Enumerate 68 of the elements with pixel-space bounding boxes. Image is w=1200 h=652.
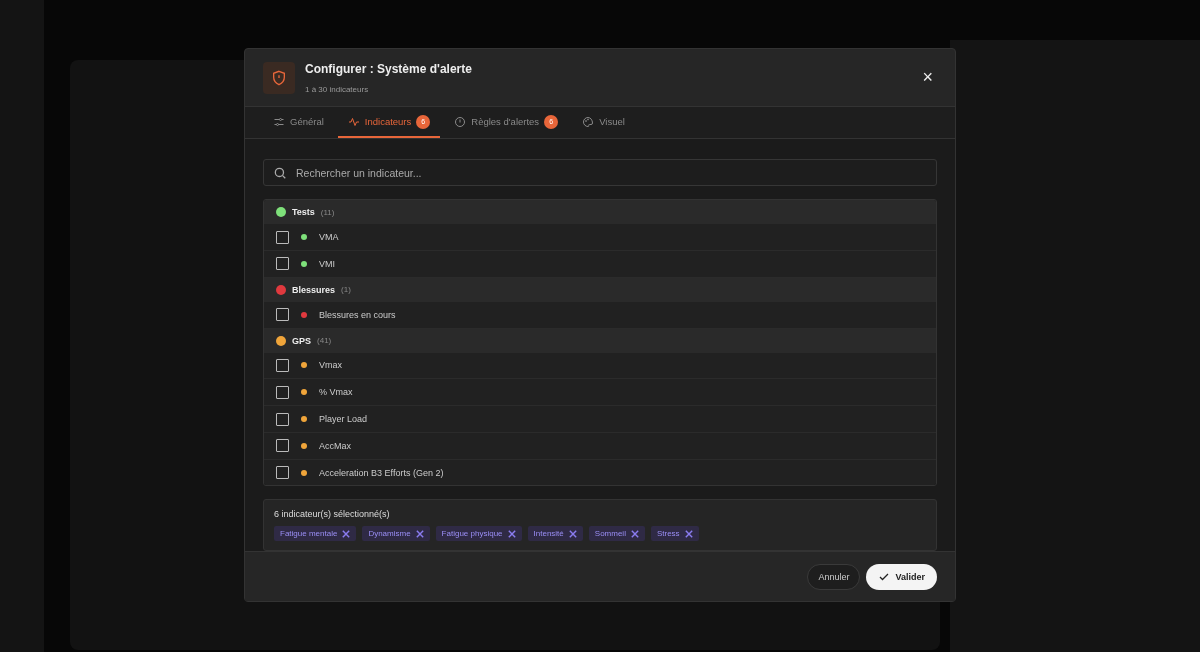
indicator-row[interactable]: % Vmax <box>264 379 936 407</box>
indicator-name: Acceleration B3 Efforts (Gen 2) <box>319 467 444 478</box>
indicator-row[interactable]: Acceleration B3 Efforts (Gen 2) <box>264 459 936 486</box>
group-header[interactable]: GPS (41) <box>264 328 936 353</box>
indicator-row[interactable]: AccMax <box>264 432 936 460</box>
indicator-row[interactable]: Blessures en cours <box>264 301 936 329</box>
checkbox[interactable] <box>276 257 289 271</box>
checkbox[interactable] <box>276 466 289 480</box>
indicator-name: VMI <box>319 258 335 269</box>
status-dot <box>301 260 307 267</box>
tag-label: Fatigue mentale <box>280 529 338 539</box>
tag-label: Dynamisme <box>368 529 411 539</box>
status-dot <box>301 416 307 422</box>
checkbox[interactable] <box>276 230 289 244</box>
search-icon <box>273 165 287 180</box>
group-name: GPS <box>292 335 311 346</box>
status-dot <box>301 469 307 476</box>
indicator-row[interactable]: Player Load <box>264 406 936 433</box>
checkbox[interactable] <box>276 385 289 399</box>
indicator-name: AccMax <box>319 440 351 451</box>
tag-label: Fatigue physique <box>441 529 503 539</box>
selection-summary: 6 indicateur(s) sélectionné(s) <box>274 509 391 520</box>
remove-icon[interactable] <box>630 529 639 538</box>
group-header[interactable]: Blessures (1) <box>264 277 936 302</box>
checkbox[interactable] <box>276 308 289 322</box>
alert-icon <box>454 115 467 128</box>
checkbox[interactable] <box>276 412 289 426</box>
indicator-row[interactable]: Vmax <box>264 352 936 380</box>
checkbox[interactable] <box>276 358 289 372</box>
remove-icon[interactable] <box>507 529 516 538</box>
remove-icon[interactable] <box>342 529 351 538</box>
remove-icon[interactable] <box>684 529 693 538</box>
status-dot <box>301 311 307 318</box>
indicator-name: Vmax <box>319 360 342 371</box>
tag-label: Sommeil <box>594 529 626 539</box>
palette-icon <box>582 115 595 128</box>
group-header[interactable]: Tests (11) <box>264 200 936 225</box>
remove-icon[interactable] <box>415 529 424 538</box>
indicator-row[interactable]: VMI <box>264 250 936 278</box>
tab[interactable]: Général <box>263 107 334 139</box>
indicator-name: % Vmax <box>319 387 353 398</box>
group-count: (1) <box>341 285 351 295</box>
shield-icon <box>263 61 295 94</box>
group-name: Tests <box>292 207 315 218</box>
status-dot <box>301 362 307 369</box>
indicator-row[interactable]: VMA <box>264 224 936 251</box>
confirm-button[interactable]: Valider <box>866 563 937 590</box>
close-button[interactable]: × <box>918 67 937 89</box>
tag-label: Stress <box>656 529 680 539</box>
search-field[interactable]: Rechercher un indicateur... <box>263 159 937 187</box>
indicator-name: VMA <box>319 232 339 243</box>
pulse-icon <box>347 115 360 128</box>
tag-label: Intensité <box>533 529 564 539</box>
cancel-button[interactable]: Annuler <box>807 563 861 590</box>
status-dot <box>301 442 307 449</box>
remove-icon[interactable] <box>568 529 577 538</box>
indicator-name: Player Load <box>319 414 368 424</box>
group-name: Blessures <box>292 284 336 295</box>
status-dot <box>301 234 307 241</box>
checkbox[interactable] <box>276 439 289 453</box>
tab[interactable]: Visuel <box>572 107 635 139</box>
group-count: (11) <box>320 207 335 217</box>
dialog-title: Configurer : Système d'alerte <box>305 61 473 76</box>
status-dot <box>301 389 307 396</box>
sliders-icon <box>273 115 285 128</box>
group-count: (41) <box>317 336 332 346</box>
indicator-name: Blessures en cours <box>319 309 396 320</box>
dialog-subtitle: 1 à 30 indicateurs <box>305 84 370 94</box>
